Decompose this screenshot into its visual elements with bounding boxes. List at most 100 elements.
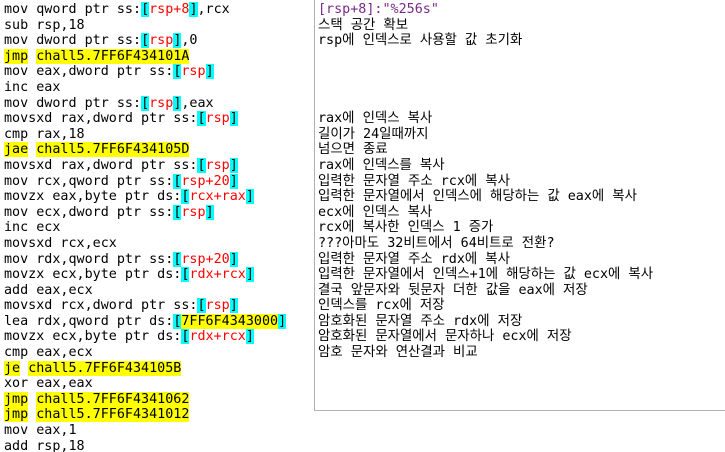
comment-row[interactable]: 입력한 문자열 주소 rcx에 복사 [318, 174, 725, 190]
instruction-row[interactable]: movsxd rcx,dword ptr ss:[rsp] [4, 298, 314, 314]
instruction-token: rsp [181, 64, 206, 80]
comment-divider [314, 410, 725, 411]
instruction-token: jmp [4, 48, 29, 64]
comment-row[interactable]: ecx에 인덱스 복사 [318, 205, 725, 221]
instruction-token: rsp [149, 95, 174, 111]
instruction-token: rsp [205, 298, 230, 314]
instruction-token: chall5.7FF6F434101A [36, 48, 190, 64]
comment-row[interactable]: 인덱스를 rcx에 저장 [318, 298, 725, 314]
instruction-token: ,0 [181, 33, 198, 49]
instruction-token: rsp [205, 157, 230, 173]
instruction-row[interactable]: je chall5.7FF6F434105B [4, 360, 314, 377]
comment-row[interactable]: 입력한 문자열에서 인덱스+1에 해당하는 값 ecx에 복사 [318, 267, 725, 283]
instruction-row[interactable]: cmp eax,ecx [4, 345, 314, 361]
comment-row[interactable]: 길이가 24일때까지 [318, 127, 725, 143]
instruction-token [20, 361, 28, 376]
instruction-token: mov eax,1 [4, 423, 77, 439]
instruction-token: rdx+rcx [189, 267, 246, 283]
instruction-token: rsp+20 [181, 251, 230, 267]
instruction-token: ] [205, 64, 214, 80]
instruction-token: [ [141, 95, 150, 111]
instruction-row[interactable]: mov eax,dword ptr ss:[rsp] [4, 64, 314, 80]
instruction-row[interactable]: movzx ecx,byte ptr ds:[rdx+rcx] [4, 329, 314, 345]
instruction-token: chall5.7FF6F4341062 [36, 391, 190, 407]
instruction-token: cmp rax,18 [4, 126, 85, 142]
comment-row[interactable]: rax에 인덱스 복사 [318, 111, 725, 127]
instruction-row[interactable]: movsxd rcx,ecx [4, 236, 314, 252]
instruction-token: je [4, 360, 21, 376]
instruction-token: rsp [205, 111, 230, 127]
comment-row[interactable]: 입력한 문자열에서 인덱스에 해당하는 값 eax에 복사 [318, 189, 725, 205]
instruction-token: chall5.7FF6F434105B [28, 360, 182, 376]
instruction-row[interactable]: mov qword ptr ss:[rsp+8],rcx [4, 2, 314, 18]
instruction-row[interactable]: movsxd rax,dword ptr ss:[rsp] [4, 111, 314, 127]
instruction-row[interactable]: mov dword ptr ss:[rsp],0 [4, 33, 314, 49]
instruction-token: [ [197, 298, 206, 314]
instruction-token: ] [229, 251, 238, 267]
disassembly-column: mov qword ptr ss:[rsp+8],rcx sub rsp,18 mo… [4, 2, 314, 452]
instruction-row[interactable]: xor eax,eax [4, 376, 314, 392]
instruction-row[interactable]: movzx eax,byte ptr ds:[rcx+rax] [4, 189, 314, 205]
comment-row[interactable]: 암호화된 문자열에서 문자하나 ecx에 저장 [318, 329, 725, 345]
instruction-token: [ [197, 111, 206, 127]
instruction-token: mov rcx,qword ptr ss: [4, 173, 174, 189]
instruction-row[interactable]: mov ecx,dword ptr ss:[rsp] [4, 204, 314, 221]
comment-row[interactable] [318, 64, 725, 80]
comment-row[interactable] [318, 49, 725, 65]
instruction-row[interactable]: mov dword ptr ss:[rsp],eax [4, 95, 314, 112]
instruction-token: mov qword ptr ss: [4, 2, 142, 17]
instruction-token: add eax,ecx [4, 282, 93, 298]
instruction-row[interactable]: cmp rax,18 [4, 127, 314, 143]
instruction-row[interactable]: movsxd rax,dword ptr ss:[rsp] [4, 157, 314, 174]
instruction-token: movsxd rax,dword ptr ss: [4, 111, 198, 127]
comment-row[interactable]: 입력한 문자열 주소 rdx에 복사 [318, 252, 725, 268]
comment-row[interactable]: [rsp+8]:"%256s" [318, 2, 725, 18]
comment-row[interactable]: 넘으면 종료 [318, 142, 725, 158]
instruction-token: sub rsp,18 [4, 17, 85, 33]
instruction-row[interactable]: inc eax [4, 80, 314, 96]
comment-row[interactable]: rcx에 복사한 인덱스 1 증가 [318, 220, 725, 236]
instruction-row[interactable]: sub rsp,18 [4, 18, 314, 34]
instruction-token: ] [245, 329, 254, 345]
instruction-token: mov dword ptr ss: [4, 33, 142, 49]
disassembly-view: mov qword ptr ss:[rsp+8],rcx sub rsp,18 mo… [0, 0, 725, 452]
comment-row[interactable]: 결국 앞문자와 뒷문자 더한 값을 eax에 저장 [318, 283, 725, 299]
instruction-token: [ [197, 157, 206, 173]
instruction-row[interactable]: add rsp,18 [4, 439, 314, 452]
instruction-row[interactable]: jae chall5.7FF6F434105D [4, 142, 314, 158]
instruction-token: movsxd rax,dword ptr ss: [4, 157, 198, 173]
comment-row[interactable] [318, 96, 725, 112]
instruction-token: inc ecx [4, 220, 61, 236]
instruction-token: chall5.7FF6F4341012 [36, 407, 190, 423]
instruction-token: jae [4, 142, 29, 158]
comment-row[interactable]: 암호화된 문자열 주소 rdx에 저장 [318, 314, 725, 330]
instruction-row[interactable]: add eax,ecx [4, 283, 314, 299]
instruction-row[interactable]: mov rcx,qword ptr ss:[rsp+20] [4, 173, 314, 190]
instruction-token: movsxd rcx,ecx [4, 235, 117, 251]
instruction-token: movzx ecx,byte ptr ds: [4, 267, 182, 283]
comment-row[interactable]: ???아마도 32비트에서 64비트로 전환? [318, 236, 725, 252]
instruction-row[interactable]: jmp chall5.7FF6F4341062 [4, 391, 314, 408]
instruction-token: ,rcx [197, 2, 230, 17]
column-divider [314, 0, 315, 410]
instruction-row[interactable]: inc ecx [4, 220, 314, 236]
instruction-token: ] [189, 2, 198, 17]
comment-row[interactable] [318, 80, 725, 96]
comment-row[interactable]: 암호 문자와 연산결과 비교 [318, 345, 725, 361]
comment-row[interactable]: 스택 공간 확보 [318, 18, 725, 34]
instruction-row[interactable]: movzx ecx,byte ptr ds:[rdx+rcx] [4, 267, 314, 283]
instruction-row[interactable]: lea rdx,qword ptr ds:[7FF6F4343000] [4, 313, 314, 330]
instruction-token: 7FF6F4343000 [181, 313, 279, 329]
instruction-token: [ [141, 2, 150, 17]
comment-row[interactable]: rax에 인덱스를 복사 [318, 158, 725, 174]
instruction-token: ,eax [181, 95, 214, 111]
comment-row[interactable]: rsp에 인덱스로 사용할 값 초기화 [318, 33, 725, 49]
instruction-token: movzx ecx,byte ptr ds: [4, 329, 182, 345]
instruction-token: mov eax,dword ptr ss: [4, 64, 174, 80]
instruction-token: inc eax [4, 79, 61, 95]
instruction-token: ] [245, 189, 254, 205]
instruction-row[interactable]: jmp chall5.7FF6F4341012 [4, 407, 314, 423]
instruction-row[interactable]: mov rdx,qword ptr ss:[rsp+20] [4, 251, 314, 268]
instruction-row[interactable]: mov eax,1 [4, 423, 314, 439]
instruction-row[interactable]: jmp chall5.7FF6F434101A [4, 48, 314, 65]
